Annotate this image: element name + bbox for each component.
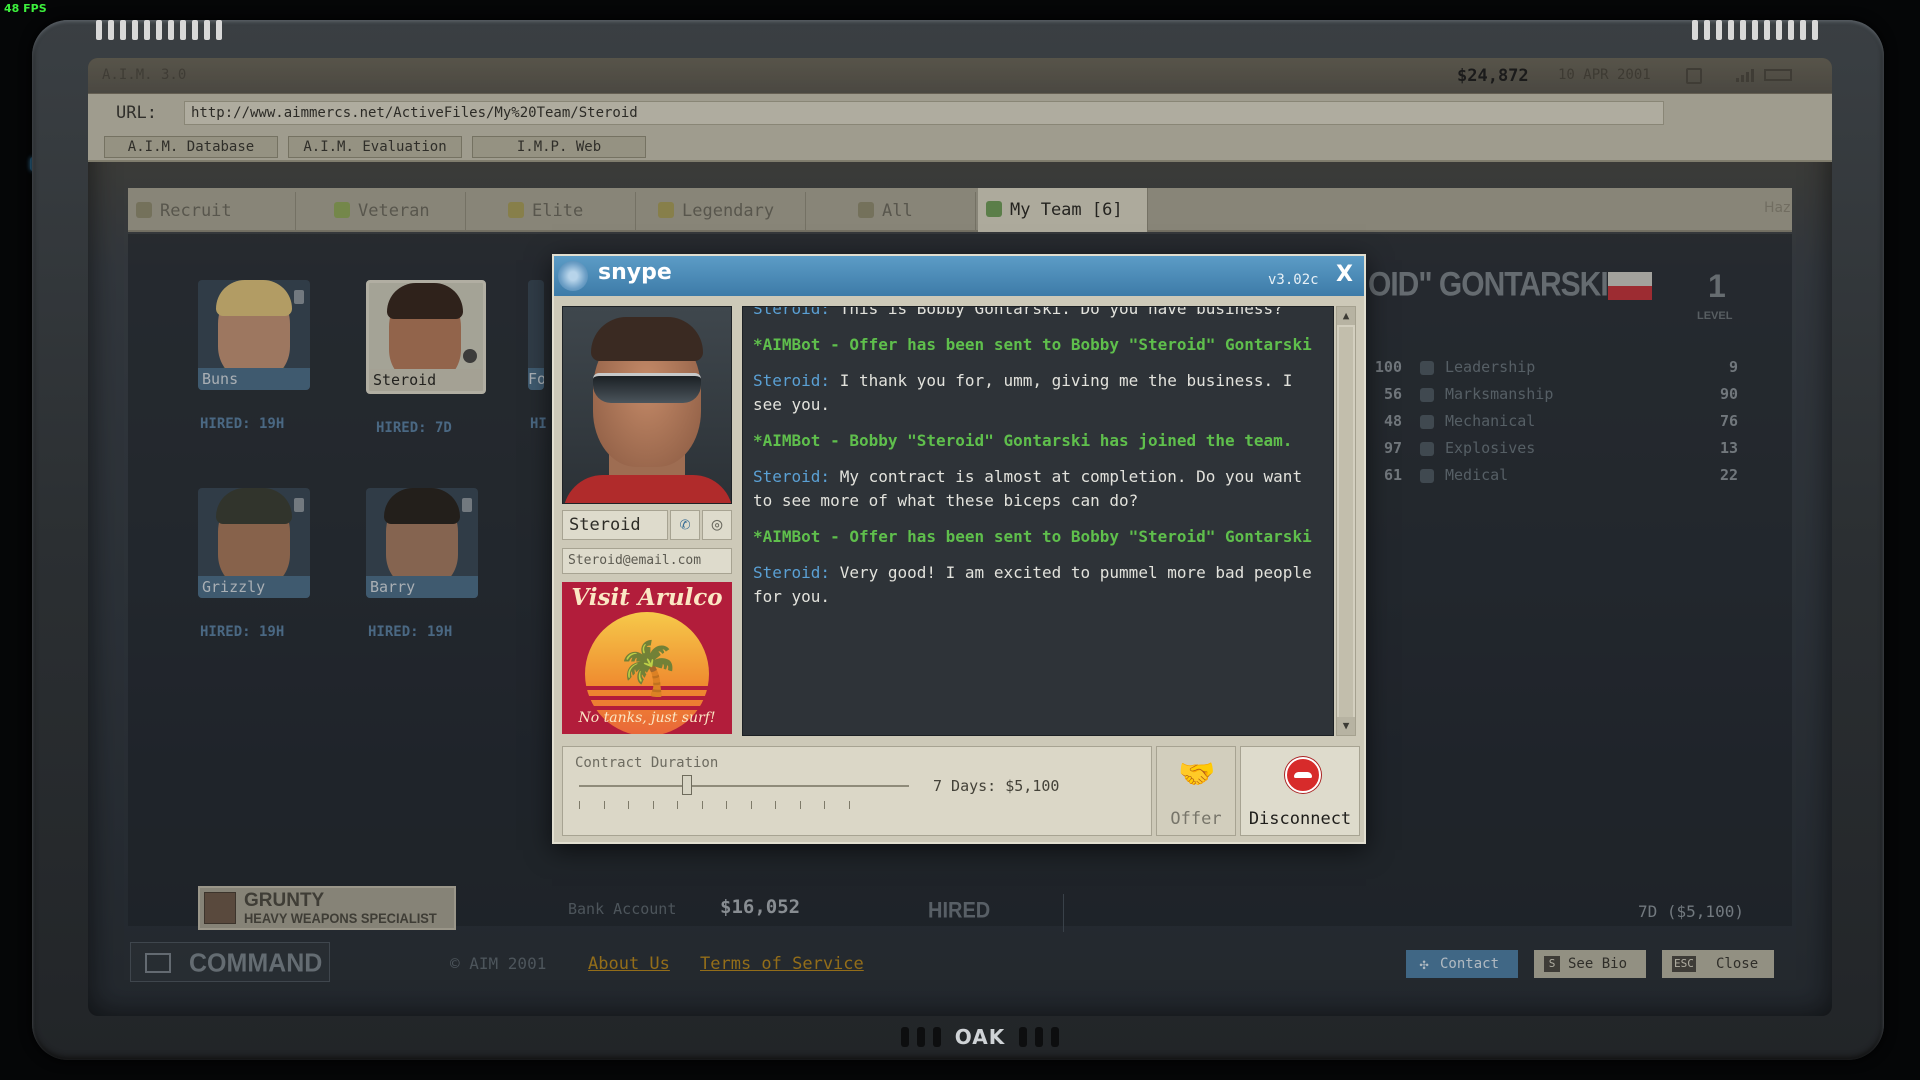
slider-tick <box>628 801 629 809</box>
ad-tagline: No tanks, just surf! <box>578 710 716 726</box>
slider-tick <box>579 801 580 809</box>
chat-sender: Steroid: <box>753 563 831 582</box>
chat-text: My contract is almost at completion. Do … <box>753 467 1303 510</box>
disconnect-button[interactable]: Disconnect <box>1240 746 1360 836</box>
slider-tick <box>750 801 752 809</box>
chat-message: *AIMBot - Bobby "Steroid" Gontarski has … <box>753 429 1323 453</box>
chat-sender: Steroid: <box>753 467 831 486</box>
slider-tick <box>677 801 678 809</box>
chat-text: *AIMBot - Offer has been sent to Bobby "… <box>753 527 1312 546</box>
grill-right <box>1692 20 1818 42</box>
slider-tick <box>701 801 703 809</box>
slider-tick <box>824 801 825 809</box>
dialog-title: snype <box>598 260 672 285</box>
palm-tree-icon: 🌴 <box>616 639 681 699</box>
scroll-up-arrow-icon[interactable]: ▲ <box>1337 307 1355 325</box>
chat-text: I thank you for, umm, giving me the busi… <box>753 371 1293 414</box>
contract-slider-track[interactable] <box>579 785 909 787</box>
offer-button[interactable]: 🤝 Offer <box>1156 746 1236 836</box>
dialog-header: snype v3.02c X <box>554 256 1364 296</box>
sunglasses-icon <box>593 373 701 403</box>
arulco-ad[interactable]: 🌴 Visit Arulco No tanks, just surf! <box>562 582 732 734</box>
chat-message: *AIMBot - Offer has been sent to Bobby "… <box>753 525 1323 549</box>
scroll-down-arrow-icon[interactable]: ▼ <box>1337 717 1355 735</box>
chat-sender: Steroid: <box>753 306 831 318</box>
chat-scrollbar[interactable]: ▲ ▼ <box>1336 306 1356 736</box>
ad-title: Visit Arulco <box>571 584 723 611</box>
chat-text: This is Bobby Gontarski. Do you have bus… <box>830 306 1283 318</box>
chat-text: Very good! I am excited to pummel more b… <box>753 563 1312 606</box>
contract-duration: Contract Duration 7 Days: $5,100 <box>562 746 1152 836</box>
slider-tick <box>848 801 850 809</box>
merc-video-portrait <box>562 306 732 504</box>
chat-messages: Steroid: This is Bobby Gontarski. Do you… <box>753 306 1323 621</box>
contract-label: Contract Duration <box>575 755 719 771</box>
slider-tick <box>799 801 801 809</box>
slider-tick <box>652 801 654 809</box>
snype-dialog: snype v3.02c X Steroid ✆ ◎ Steroid@email… <box>552 254 1366 844</box>
chat-message: *AIMBot - Offer has been sent to Bobby "… <box>753 333 1323 357</box>
contract-slider-thumb[interactable] <box>682 775 692 795</box>
chat-message: Steroid: This is Bobby Gontarski. Do you… <box>753 306 1323 321</box>
slider-tick <box>775 801 776 809</box>
slider-tick <box>726 801 727 809</box>
snype-logo-icon <box>558 261 588 291</box>
handshake-icon: 🤝 <box>1178 757 1216 792</box>
oak-logo: OAK <box>954 1025 1006 1049</box>
chat-text: *AIMBot - Offer has been sent to Bobby "… <box>753 335 1312 354</box>
grill-left <box>96 20 222 42</box>
chat-message: Steroid: Very good! I am excited to pumm… <box>753 561 1323 609</box>
chat-message: Steroid: My contract is almost at comple… <box>753 465 1323 513</box>
dialog-close-button[interactable]: X <box>1336 262 1353 287</box>
chat-sender: Steroid: <box>753 371 831 390</box>
hang-up-icon <box>1285 757 1321 793</box>
phone-icon[interactable]: ✆ <box>670 510 700 540</box>
contract-value: 7 Days: $5,100 <box>933 777 1060 795</box>
chat-log[interactable]: Steroid: This is Bobby Gontarski. Do you… <box>742 306 1334 736</box>
caller-email: Steroid@email.com <box>562 548 732 574</box>
chat-message: Steroid: I thank you for, umm, giving me… <box>753 369 1323 417</box>
dialog-version: v3.02c <box>1268 272 1319 288</box>
chat-text: *AIMBot - Bobby "Steroid" Gontarski has … <box>753 431 1293 450</box>
device-nameplate: OAK <box>840 1017 1120 1057</box>
caller-name: Steroid <box>562 510 668 540</box>
contact-card-icon[interactable]: ◎ <box>702 510 732 540</box>
fps-counter: 48 FPS <box>4 2 47 15</box>
scroll-thumb[interactable] <box>1339 327 1353 717</box>
slider-tick <box>603 801 605 809</box>
